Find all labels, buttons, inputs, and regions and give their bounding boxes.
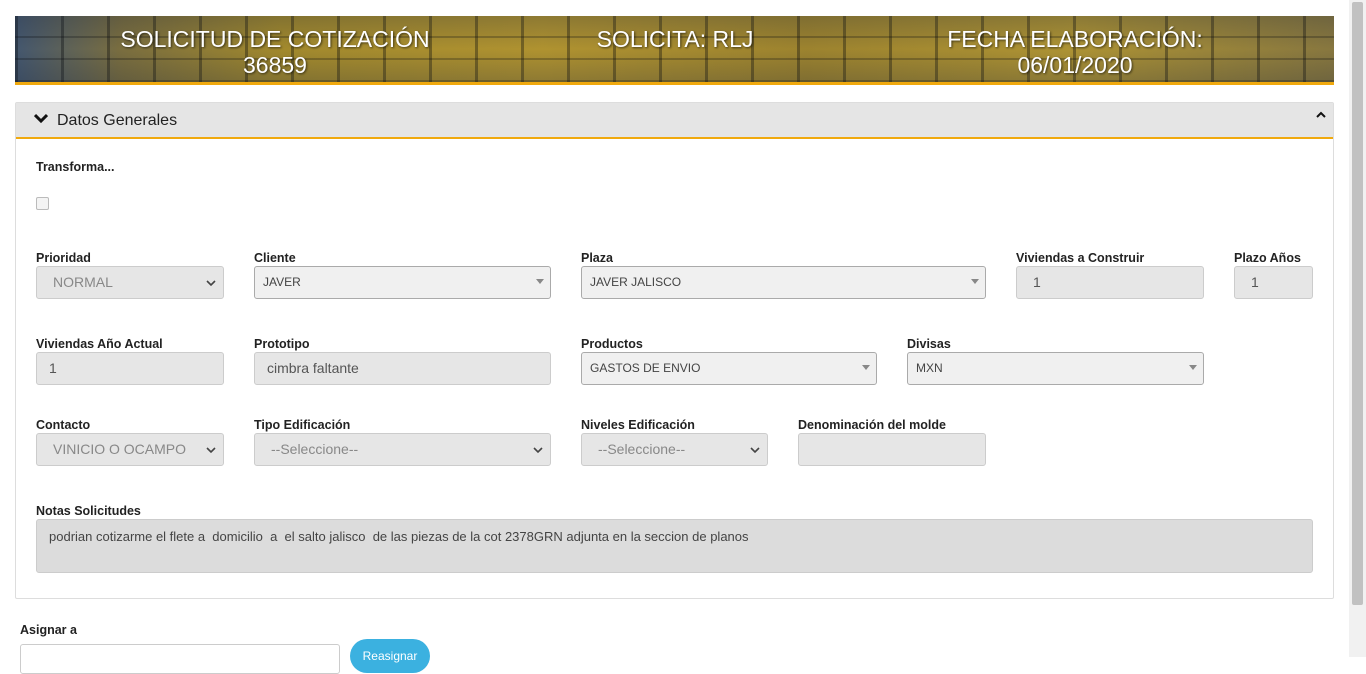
prototipo-value: cimbra faltante (267, 360, 359, 376)
notas-value: podrian cotizarme el flete a domicilio a… (49, 529, 749, 544)
panel-title: Datos Generales (57, 112, 178, 129)
panel-header[interactable]: Datos Generales (16, 103, 1333, 139)
prototipo-input[interactable]: cimbra faltante (254, 352, 551, 385)
viviendas-construir-label: Viviendas a Construir (1016, 251, 1145, 265)
viviendas-construir-input[interactable]: 1 (1016, 266, 1204, 299)
prioridad-value: NORMAL (53, 274, 113, 290)
chevron-down-icon (533, 447, 543, 454)
prioridad-select[interactable]: NORMAL (36, 266, 224, 299)
dropdown-arrow-icon (1189, 365, 1197, 370)
notas-label: Notas Solicitudes (36, 504, 141, 518)
header-banner: SOLICITUD DE COTIZACIÓN 36859 SOLICITA: … (15, 16, 1334, 85)
viviendas-ano-actual-label: Viviendas Año Actual (36, 337, 163, 351)
chevron-down-icon (206, 280, 216, 287)
solicitud-number: 36859 (243, 52, 307, 78)
cliente-label: Cliente (254, 251, 296, 265)
productos-label: Productos (581, 337, 643, 351)
scrollbar-thumb[interactable] (1352, 2, 1363, 605)
reasignar-button[interactable]: Reasignar (350, 639, 430, 673)
niveles-edificacion-select[interactable]: --Seleccione-- (581, 433, 768, 466)
plaza-select[interactable]: JAVER JALISCO (581, 266, 986, 299)
asignar-label: Asignar a (20, 623, 77, 637)
chevron-down-icon (206, 447, 216, 454)
contacto-select[interactable]: VINICIO O OCAMPO (36, 433, 224, 466)
page-scrollbar[interactable] (1349, 0, 1366, 657)
tipo-edificacion-select[interactable]: --Seleccione-- (254, 433, 551, 466)
viviendas-construir-value: 1 (1033, 274, 1041, 290)
solicita-text: SOLICITA: RLJ (596, 26, 754, 52)
transforma-label: Transforma... (36, 160, 115, 174)
plazo-anos-value: 1 (1251, 274, 1259, 290)
contacto-label: Contacto (36, 418, 91, 432)
productos-value: GASTOS DE ENVIO (590, 361, 701, 375)
transforma-checkbox[interactable] (36, 197, 49, 210)
fecha-value: 06/01/2020 (1017, 52, 1133, 78)
asignar-input[interactable] (20, 644, 340, 674)
divisas-label: Divisas (907, 337, 951, 351)
plaza-label: Plaza (581, 251, 613, 265)
dropdown-arrow-icon (862, 365, 870, 370)
productos-select[interactable]: GASTOS DE ENVIO (581, 352, 877, 385)
cliente-value: JAVER (263, 275, 301, 289)
denominacion-molde-label: Denominación del molde (798, 418, 946, 432)
solicitud-title: SOLICITUD DE COTIZACIÓN 36859 (110, 26, 440, 78)
contacto-value: VINICIO O OCAMPO (53, 441, 187, 457)
denominacion-molde-input[interactable] (798, 433, 986, 466)
tipo-edificacion-label: Tipo Edificación (254, 418, 351, 432)
cliente-select[interactable]: JAVER (254, 266, 551, 299)
fecha-label: FECHA ELABORACIÓN: (947, 26, 1203, 52)
prioridad-label: Prioridad (36, 251, 91, 265)
niveles-edificacion-value: --Seleccione-- (598, 441, 686, 457)
dropdown-arrow-icon (536, 279, 544, 284)
divisas-value: MXN (916, 361, 943, 375)
viviendas-ano-actual-input[interactable]: 1 (36, 352, 224, 385)
notas-textarea[interactable]: podrian cotizarme el flete a domicilio a… (36, 519, 1313, 573)
tipo-edificacion-value: --Seleccione-- (271, 441, 359, 457)
collapse-icon[interactable] (1315, 109, 1327, 121)
chevron-down-icon[interactable] (34, 112, 48, 126)
chevron-down-icon (750, 447, 760, 454)
divisas-select[interactable]: MXN (907, 352, 1204, 385)
plazo-anos-label: Plazo Años (1234, 251, 1301, 265)
solicitud-label: SOLICITUD DE COTIZACIÓN (120, 26, 430, 52)
plaza-value: JAVER JALISCO (590, 275, 682, 289)
viviendas-ano-actual-value: 1 (49, 360, 57, 376)
prototipo-label: Prototipo (254, 337, 310, 351)
fecha-elaboracion: FECHA ELABORACIÓN: 06/01/2020 (930, 26, 1220, 78)
dropdown-arrow-icon (971, 279, 979, 284)
plazo-anos-input[interactable]: 1 (1234, 266, 1313, 299)
niveles-edificacion-label: Niveles Edificación (581, 418, 695, 432)
